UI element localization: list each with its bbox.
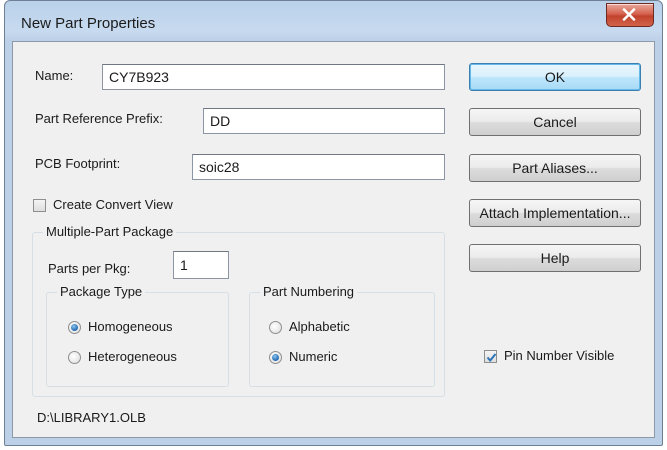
footprint-input[interactable]: soic28: [192, 154, 445, 180]
prefix-input[interactable]: DD: [203, 108, 445, 134]
attach-implementation-button[interactable]: Attach Implementation...: [469, 199, 641, 227]
alphabetic-radio[interactable]: [269, 321, 282, 334]
title-bar[interactable]: New Part Properties: [5, 1, 662, 41]
create-convert-view-checkbox[interactable]: [33, 199, 46, 212]
name-label: Name:: [35, 68, 74, 83]
part-numbering-group: Part Numbering: [249, 284, 435, 387]
part-aliases-button[interactable]: Part Aliases...: [469, 154, 641, 182]
homogeneous-label: Homogeneous: [88, 319, 173, 334]
heterogeneous-label: Heterogeneous: [88, 349, 177, 364]
numeric-label: Numeric: [289, 349, 338, 364]
pin-number-visible-label: Pin Number Visible: [504, 348, 615, 363]
dialog-title: New Part Properties: [21, 15, 156, 32]
cancel-button[interactable]: Cancel: [469, 108, 641, 136]
footprint-label: PCB Footprint:: [35, 156, 121, 171]
homogeneous-radio[interactable]: [68, 321, 81, 334]
parts-per-pkg-label: Parts per Pkg:: [48, 261, 131, 276]
ok-button[interactable]: OK: [469, 63, 641, 91]
library-path: D:\LIBRARY1.OLB: [37, 410, 146, 425]
prefix-label: Part Reference Prefix:: [35, 111, 163, 126]
checkmark-icon: [486, 353, 497, 363]
numeric-radio[interactable]: [269, 351, 282, 364]
pin-number-visible-checkbox[interactable]: [484, 350, 497, 363]
multiple-part-package-title: Multiple-Part Package: [43, 224, 177, 239]
parts-per-pkg-input[interactable]: 1: [173, 251, 229, 279]
help-button[interactable]: Help: [469, 244, 641, 272]
alphabetic-label: Alphabetic: [289, 319, 350, 334]
close-button[interactable]: [606, 3, 654, 27]
heterogeneous-radio[interactable]: [68, 351, 81, 364]
package-type-title: Package Type: [57, 284, 146, 299]
close-icon: [622, 8, 636, 21]
dialog-body: Name: CY7B923 Part Reference Prefix: DD …: [12, 41, 655, 438]
name-input[interactable]: CY7B923: [102, 64, 445, 90]
package-type-group: Package Type: [46, 284, 229, 387]
part-numbering-title: Part Numbering: [260, 284, 358, 299]
dialog-window: New Part Properties Name: CY7B923 Part R…: [4, 0, 663, 446]
create-convert-view-label: Create Convert View: [53, 197, 173, 212]
